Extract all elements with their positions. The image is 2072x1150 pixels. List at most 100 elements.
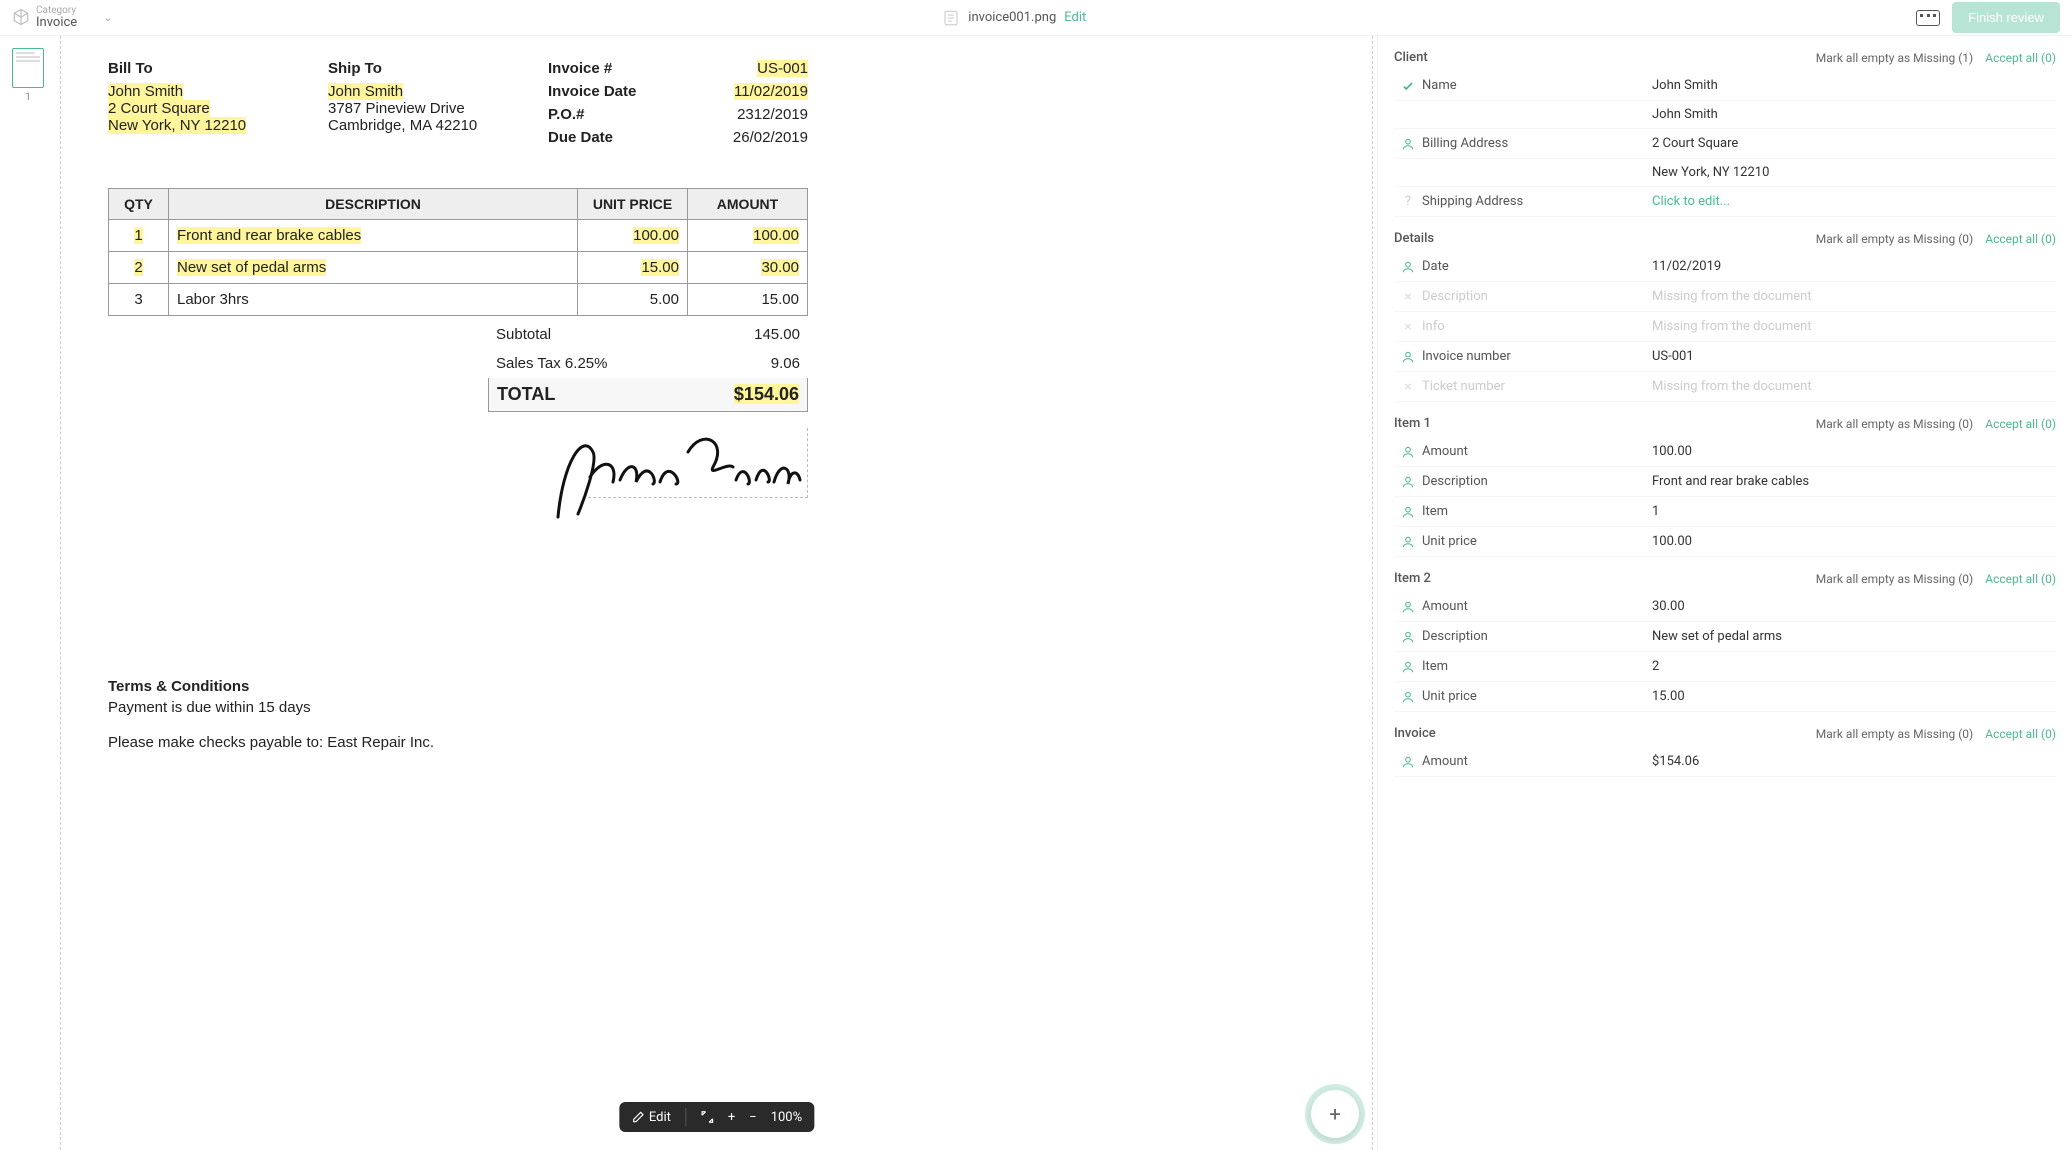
total-v: $154.06 bbox=[734, 384, 799, 404]
invoice-document: Bill To John Smith 2 Court Square New Yo… bbox=[108, 60, 808, 751]
field-row[interactable]: New York, NY 12210 bbox=[1394, 159, 2056, 187]
field-label: Item bbox=[1422, 659, 1652, 674]
field-row[interactable]: John Smith bbox=[1394, 101, 2056, 129]
document-viewer[interactable]: Bill To John Smith 2 Court Square New Yo… bbox=[56, 36, 1378, 1150]
file-name: invoice001.png bbox=[968, 10, 1056, 25]
page-thumbnail-1[interactable] bbox=[12, 48, 44, 88]
accept-all-link[interactable]: Accept all (0) bbox=[1985, 51, 2056, 65]
mark-missing-link[interactable]: Mark all empty as Missing (1) bbox=[1816, 51, 1973, 65]
fit-tool[interactable] bbox=[700, 1110, 714, 1124]
signature-icon bbox=[548, 422, 808, 522]
edit-filename-link[interactable]: Edit bbox=[1064, 10, 1086, 25]
subtotal-v: 145.00 bbox=[754, 326, 800, 343]
field-row[interactable]: Amount$154.06 bbox=[1394, 747, 2056, 777]
field-label: Invoice number bbox=[1422, 349, 1652, 364]
section-title: Item 2 bbox=[1394, 571, 1431, 586]
field-value: $154.06 bbox=[1652, 754, 2056, 769]
field-value: 30.00 bbox=[1652, 599, 2056, 614]
meta-invoice-no-v: US-001 bbox=[757, 60, 808, 77]
meta-po-k: P.O.# bbox=[548, 106, 584, 123]
field-row[interactable]: NameJohn Smith bbox=[1394, 71, 2056, 101]
user-icon bbox=[1394, 690, 1422, 704]
chevron-down-icon: ⌄ bbox=[103, 11, 112, 24]
viewer-toolbar: Edit + − 100% bbox=[619, 1102, 814, 1132]
pencil-icon bbox=[631, 1110, 645, 1124]
field-row[interactable]: Billing Address2 Court Square bbox=[1394, 129, 2056, 159]
signature-box bbox=[588, 428, 808, 498]
field-row[interactable]: ×InfoMissing from the document bbox=[1394, 312, 2056, 342]
accept-all-link[interactable]: Accept all (0) bbox=[1985, 417, 2056, 431]
tax-k: Sales Tax 6.25% bbox=[496, 355, 607, 372]
field-value: New York, NY 12210 bbox=[1652, 165, 2056, 180]
ship-to-name: John Smith bbox=[328, 83, 403, 100]
mark-missing-link[interactable]: Mark all empty as Missing (0) bbox=[1816, 572, 1973, 586]
field-row[interactable]: Date11/02/2019 bbox=[1394, 252, 2056, 282]
field-row[interactable]: Amount30.00 bbox=[1394, 592, 2056, 622]
add-fab[interactable]: + bbox=[1311, 1090, 1359, 1138]
field-row[interactable]: Item2 bbox=[1394, 652, 2056, 682]
extraction-panel: ClientMark all empty as Missing (1)Accep… bbox=[1378, 36, 2072, 1150]
meta-due-v: 26/02/2019 bbox=[733, 129, 808, 146]
field-value: Front and rear brake cables bbox=[1652, 474, 2056, 489]
field-label: Amount bbox=[1422, 599, 1652, 614]
field-value: John Smith bbox=[1652, 107, 2056, 122]
table-row: 2New set of pedal arms15.0030.00 bbox=[109, 252, 808, 284]
section-title: Invoice bbox=[1394, 726, 1436, 741]
field-row[interactable]: Invoice numberUS-001 bbox=[1394, 342, 2056, 372]
field-row[interactable]: DescriptionNew set of pedal arms bbox=[1394, 622, 2056, 652]
finish-review-button[interactable]: Finish review bbox=[1952, 2, 2060, 33]
field-row[interactable]: DescriptionFront and rear brake cables bbox=[1394, 467, 2056, 497]
accept-all-link[interactable]: Accept all (0) bbox=[1985, 572, 2056, 586]
user-icon bbox=[1394, 475, 1422, 489]
field-row[interactable]: ×Ticket numberMissing from the document bbox=[1394, 372, 2056, 402]
section-title: Details bbox=[1394, 231, 1434, 246]
topbar: Category Invoice ⌄ invoice001.png Edit F… bbox=[0, 0, 2072, 36]
section-client: ClientMark all empty as Missing (1)Accep… bbox=[1378, 36, 2072, 217]
field-row[interactable]: Item1 bbox=[1394, 497, 2056, 527]
bill-to-name: John Smith bbox=[108, 83, 183, 100]
field-row[interactable]: Unit price15.00 bbox=[1394, 682, 2056, 712]
field-value: 2 Court Square bbox=[1652, 136, 2056, 151]
field-row[interactable]: ×DescriptionMissing from the document bbox=[1394, 282, 2056, 312]
zoom-out-tool[interactable]: − bbox=[749, 1110, 756, 1125]
meta-due-k: Due Date bbox=[548, 129, 613, 146]
field-label: Billing Address bbox=[1422, 136, 1652, 151]
table-row: 3Labor 3hrs5.0015.00 bbox=[109, 284, 808, 316]
bill-to-line2: New York, NY 12210 bbox=[108, 117, 246, 134]
field-value: 1 bbox=[1652, 504, 2056, 519]
field-label: Shipping Address bbox=[1422, 194, 1652, 209]
field-value: 2 bbox=[1652, 659, 2056, 674]
terms-heading: Terms & Conditions bbox=[108, 678, 808, 695]
terms-block: Terms & Conditions Payment is due within… bbox=[108, 678, 808, 751]
field-value: 11/02/2019 bbox=[1652, 259, 2056, 274]
category-value: Invoice bbox=[36, 16, 77, 30]
field-value: 100.00 bbox=[1652, 534, 2056, 549]
section-item2: Item 2 Mark all empty as Missing (0) Accep… bbox=[1378, 557, 2072, 712]
field-label: Name bbox=[1422, 78, 1652, 93]
mark-missing-link[interactable]: Mark all empty as Missing (0) bbox=[1816, 232, 1973, 246]
ship-to-line2: Cambridge, MA 42210 bbox=[328, 117, 518, 134]
accept-all-link[interactable]: Accept all (0) bbox=[1985, 727, 2056, 741]
zoom-in-tool[interactable]: + bbox=[728, 1110, 735, 1125]
mark-missing-link[interactable]: Mark all empty as Missing (0) bbox=[1816, 417, 1973, 431]
category-selector[interactable]: Category Invoice ⌄ bbox=[12, 5, 112, 30]
field-row[interactable]: Unit price100.00 bbox=[1394, 527, 2056, 557]
bill-to-block: Bill To John Smith 2 Court Square New Yo… bbox=[108, 60, 298, 152]
q-icon: ? bbox=[1394, 194, 1422, 209]
field-row[interactable]: Amount100.00 bbox=[1394, 437, 2056, 467]
edit-tool[interactable]: Edit bbox=[631, 1110, 671, 1125]
file-icon bbox=[942, 9, 960, 27]
zoom-value: 100% bbox=[771, 1110, 802, 1125]
field-row[interactable]: ?Shipping AddressClick to edit... bbox=[1394, 187, 2056, 217]
accept-all-link[interactable]: Accept all (0) bbox=[1985, 232, 2056, 246]
user-icon bbox=[1394, 660, 1422, 674]
plus-icon: + bbox=[1329, 1102, 1340, 1126]
mark-missing-link[interactable]: Mark all empty as Missing (0) bbox=[1816, 727, 1973, 741]
field-label: Unit price bbox=[1422, 689, 1652, 704]
section-details: Details Mark all empty as Missing (0) Acce… bbox=[1378, 217, 2072, 402]
field-label: Date bbox=[1422, 259, 1652, 274]
keyboard-icon[interactable] bbox=[1916, 10, 1940, 26]
th-qty: QTY bbox=[109, 189, 169, 220]
subtotal-k: Subtotal bbox=[496, 326, 551, 343]
field-value[interactable]: Click to edit... bbox=[1652, 194, 2056, 209]
